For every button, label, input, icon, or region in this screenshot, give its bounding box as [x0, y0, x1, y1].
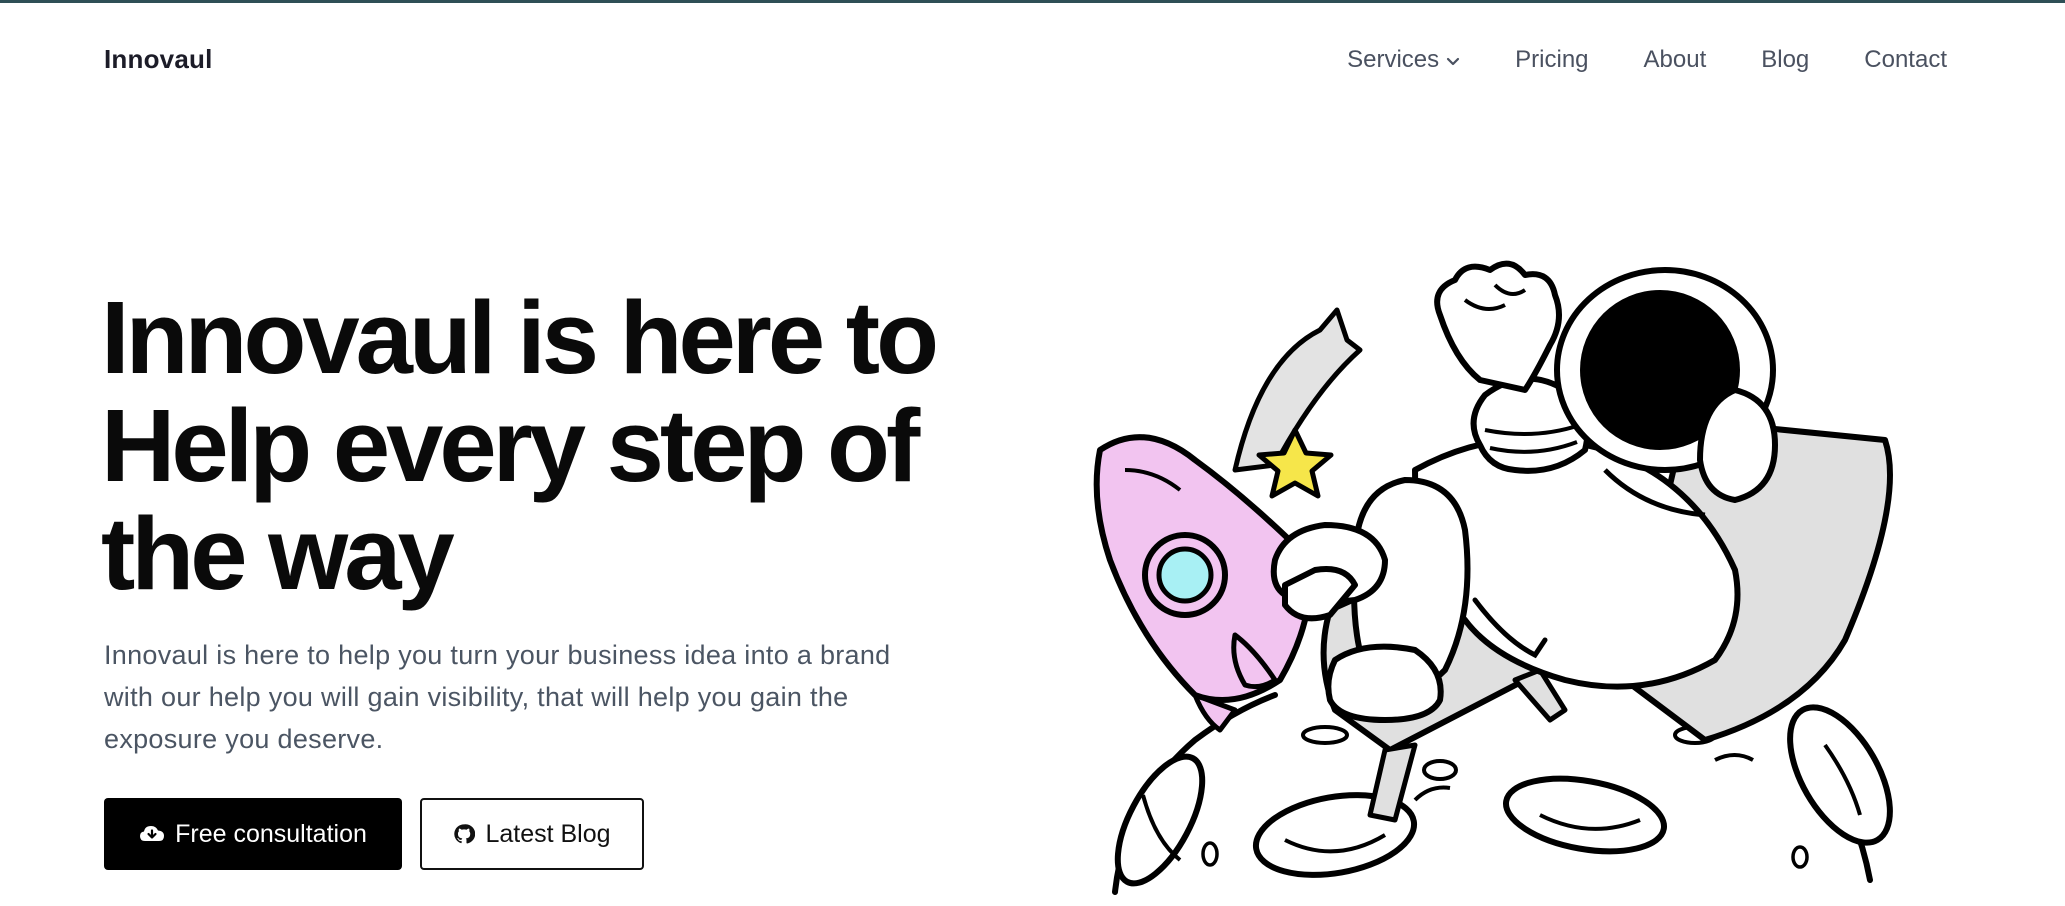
github-icon — [453, 823, 476, 845]
free-consultation-label: Free consultation — [175, 819, 367, 848]
star-icon — [1232, 307, 1363, 499]
top-accent-line — [0, 0, 2065, 3]
nav-pricing[interactable]: Pricing — [1515, 46, 1588, 74]
main-nav: Services Pricing About Blog Contact — [1347, 46, 1947, 74]
chevron-down-icon — [1446, 46, 1460, 74]
hero-description: Innovaul is here to help you turn your b… — [104, 640, 891, 754]
hero-title: Innovaul is here to Help every step of t… — [101, 284, 1061, 608]
astronaut-illustration — [1093, 260, 1893, 895]
nav-contact[interactable]: Contact — [1864, 46, 1947, 74]
nav-about[interactable]: About — [1644, 46, 1707, 74]
nav-blog[interactable]: Blog — [1761, 46, 1809, 74]
free-consultation-button[interactable]: Free consultation — [104, 798, 402, 870]
hero-title-line-1: Innovaul is here to — [101, 280, 939, 395]
latest-blog-button[interactable]: Latest Blog — [420, 798, 644, 870]
cloud-download-icon — [139, 824, 165, 844]
hero-title-line-2: Help every step of — [101, 388, 920, 503]
nav-services-label: Services — [1347, 46, 1440, 73]
latest-blog-label: Latest Blog — [485, 819, 611, 848]
hero-title-line-3: the way — [101, 496, 455, 611]
brand-logo[interactable]: Innovaul — [104, 44, 213, 75]
nav-services[interactable]: Services — [1347, 46, 1460, 74]
